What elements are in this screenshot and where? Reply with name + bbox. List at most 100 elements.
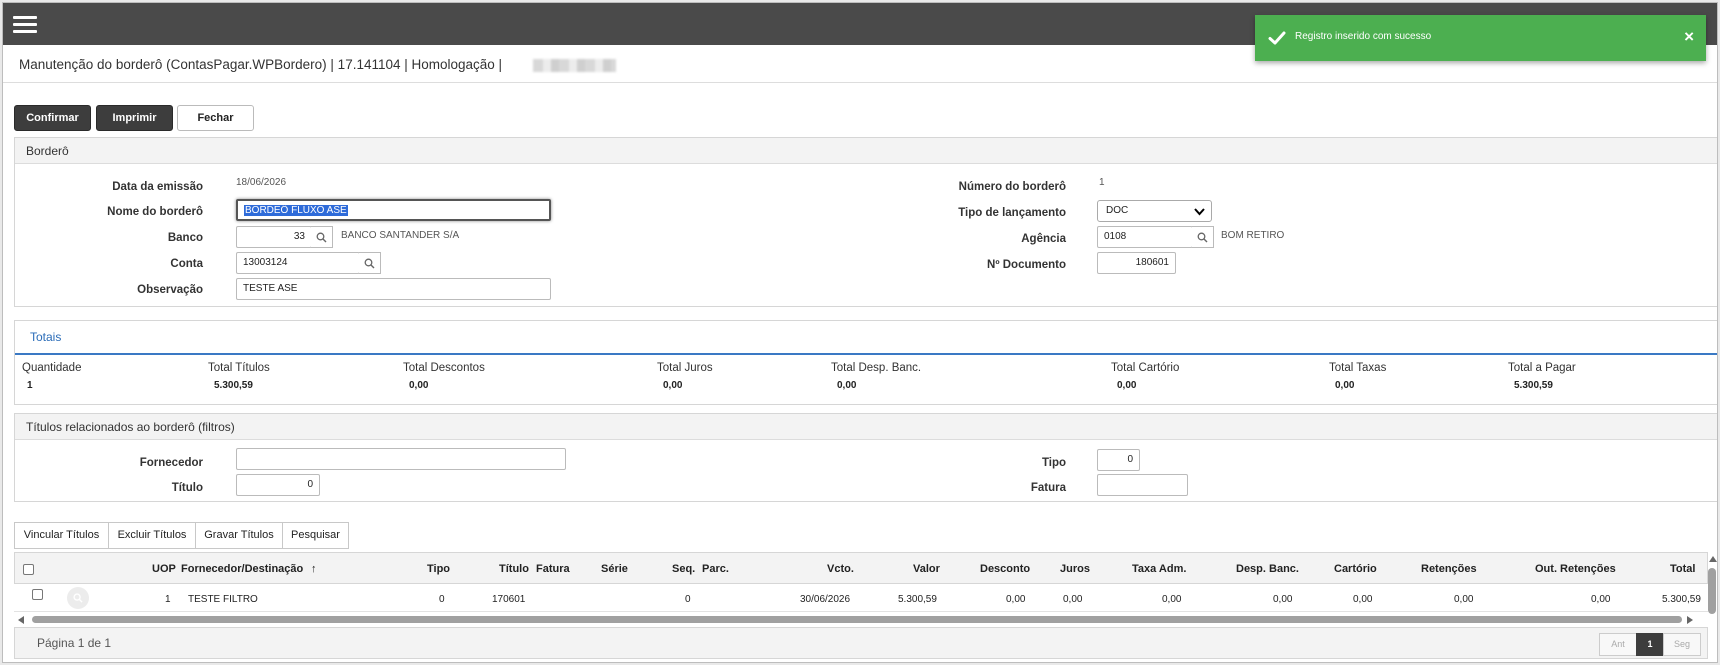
total-quantity-value: 1 xyxy=(27,380,33,391)
column-header[interactable]: Fornecedor/Destinação xyxy=(181,563,303,575)
cell-due-date: 30/06/2026 xyxy=(800,594,851,605)
cell-withholdings: 0,00 xyxy=(1454,594,1474,605)
pager-next-button[interactable]: Seg xyxy=(1663,633,1701,656)
column-header[interactable]: Cartório xyxy=(1334,563,1377,575)
cell-other-withholdings: 0,00 xyxy=(1591,594,1611,605)
cell-sequence: 0 xyxy=(685,594,691,605)
invoice-filter-input[interactable] xyxy=(1097,474,1188,496)
cell-value: 5.300,59 xyxy=(898,594,937,605)
total-quantity-label: Quantidade xyxy=(22,362,82,374)
column-header[interactable]: Valor xyxy=(913,563,940,575)
column-header[interactable]: Parc. xyxy=(702,563,729,575)
column-header[interactable]: Desconto xyxy=(980,563,1030,575)
column-header[interactable]: Fatura xyxy=(536,563,570,575)
total-discounts-value: 0,00 xyxy=(409,380,429,391)
chevron-down-icon xyxy=(1194,208,1205,216)
column-header[interactable]: Seq. xyxy=(672,563,695,575)
document-number-input[interactable]: 180601 xyxy=(1097,252,1176,274)
bordero-section-title: Borderô xyxy=(26,144,69,158)
column-header[interactable]: Tipo xyxy=(427,563,450,575)
column-header[interactable]: Título xyxy=(499,563,529,575)
close-button[interactable]: Fechar xyxy=(177,105,254,131)
agency-search-icon[interactable] xyxy=(1192,226,1214,248)
bordero-panel-header: Borderô xyxy=(15,138,1717,164)
bordero-name-input[interactable]: BORDEÔ FLUXO ASE xyxy=(236,199,551,221)
select-all-checkbox[interactable] xyxy=(23,564,34,575)
total-interest-value: 0,00 xyxy=(663,380,683,391)
pager-prev-button[interactable]: Ant xyxy=(1599,633,1637,656)
type-filter-input[interactable]: 0 xyxy=(1097,449,1140,471)
account-input[interactable]: 13003124 xyxy=(236,252,360,274)
delete-titles-button[interactable]: Excluir Títulos xyxy=(108,522,196,549)
emission-date-label: Data da emissão xyxy=(112,181,203,193)
vertical-scrollbar[interactable] xyxy=(1708,556,1717,616)
launch-type-select[interactable]: DOC xyxy=(1097,200,1212,222)
print-button[interactable]: Imprimir xyxy=(96,105,173,131)
bank-code-input[interactable]: 33 xyxy=(236,226,312,248)
cell-registry: 0,00 xyxy=(1353,594,1373,605)
confirm-button[interactable]: Confirmar xyxy=(14,105,91,131)
column-header[interactable]: Total xyxy=(1670,563,1695,575)
page-title: Manutenção do borderô (ContasPagar.WPBor… xyxy=(19,57,503,72)
title-filter-label: Título xyxy=(171,482,203,494)
type-filter-label: Tipo xyxy=(1041,457,1066,469)
agency-label: Agência xyxy=(1021,233,1066,245)
vertical-scroll-thumb[interactable] xyxy=(1708,568,1716,614)
column-header[interactable]: Taxa Adm. xyxy=(1132,563,1186,575)
cell-title: 170601 xyxy=(492,594,526,605)
filters-panel-header: Títulos relacionados ao borderô (filtros… xyxy=(15,414,1717,440)
column-header[interactable]: Out. Retenções xyxy=(1535,563,1616,575)
bordero-number-label: Número do borderô xyxy=(958,181,1066,193)
total-registry-value: 0,00 xyxy=(1117,380,1137,391)
total-bank-expenses-label: Total Desp. Banc. xyxy=(831,362,922,374)
scroll-left-icon[interactable] xyxy=(18,616,25,624)
bank-name: BANCO SANTANDER S/A xyxy=(341,230,460,241)
total-titles-label: Total Títulos xyxy=(208,362,270,374)
save-titles-button[interactable]: Gravar Títulos xyxy=(195,522,283,549)
tab-totals[interactable]: Totais xyxy=(30,330,61,344)
column-header[interactable]: Retenções xyxy=(1421,563,1477,575)
row-checkbox[interactable] xyxy=(32,589,43,600)
close-icon[interactable]: × xyxy=(1684,28,1694,46)
agency-input[interactable]: 0108 xyxy=(1097,226,1193,248)
column-header[interactable]: Série xyxy=(601,563,628,575)
column-header[interactable]: Vcto. xyxy=(827,563,854,575)
total-fees-value: 0,00 xyxy=(1335,380,1355,391)
total-fees-label: Total Taxas xyxy=(1329,362,1387,374)
menu-icon[interactable] xyxy=(13,16,37,33)
title-filter-input[interactable]: 0 xyxy=(236,474,320,496)
notes-input[interactable]: TESTE ASE xyxy=(236,278,551,300)
column-header[interactable]: Desp. Banc. xyxy=(1236,563,1299,575)
account-search-icon[interactable] xyxy=(359,252,381,274)
bordero-name-label: Nome do borderô xyxy=(107,206,203,218)
row-search-icon[interactable] xyxy=(67,587,89,609)
bank-search-icon[interactable] xyxy=(311,226,333,248)
total-titles-value: 5.300,59 xyxy=(214,380,253,391)
toast-message: Registro inserido com sucesso xyxy=(1295,31,1432,42)
account-label: Conta xyxy=(170,258,203,270)
total-registry-label: Total Cartório xyxy=(1111,362,1180,374)
launch-type-label: Tipo de lançamento xyxy=(958,207,1066,219)
total-bank-expenses-value: 0,00 xyxy=(837,380,857,391)
cell-bank-expenses: 0,00 xyxy=(1273,594,1293,605)
totals-tab-underline xyxy=(15,353,1717,355)
column-header[interactable]: UOP xyxy=(152,563,176,575)
redacted-text xyxy=(533,59,616,72)
pager-page-button[interactable]: 1 xyxy=(1636,633,1664,656)
column-header[interactable]: Juros xyxy=(1060,563,1090,575)
link-titles-button[interactable]: Vincular Títulos xyxy=(14,522,109,549)
sort-arrow-icon[interactable]: ↑ xyxy=(311,563,317,575)
cell-uop: 1 xyxy=(165,594,171,605)
supplier-label: Fornecedor xyxy=(139,457,203,469)
cell-supplier: TESTE FILTRO xyxy=(188,594,258,605)
scroll-up-icon[interactable] xyxy=(1709,556,1717,563)
horizontal-scrollbar[interactable] xyxy=(18,615,1693,625)
supplier-input[interactable] xyxy=(236,448,566,470)
pager-info: Página 1 de 1 xyxy=(37,636,112,650)
horizontal-scroll-thumb[interactable] xyxy=(32,616,1682,623)
scroll-right-icon[interactable] xyxy=(1686,616,1693,624)
cell-interest: 0,00 xyxy=(1063,594,1083,605)
total-discounts-label: Total Descontos xyxy=(403,362,485,374)
search-button[interactable]: Pesquisar xyxy=(282,522,349,549)
bank-label: Banco xyxy=(167,232,203,244)
